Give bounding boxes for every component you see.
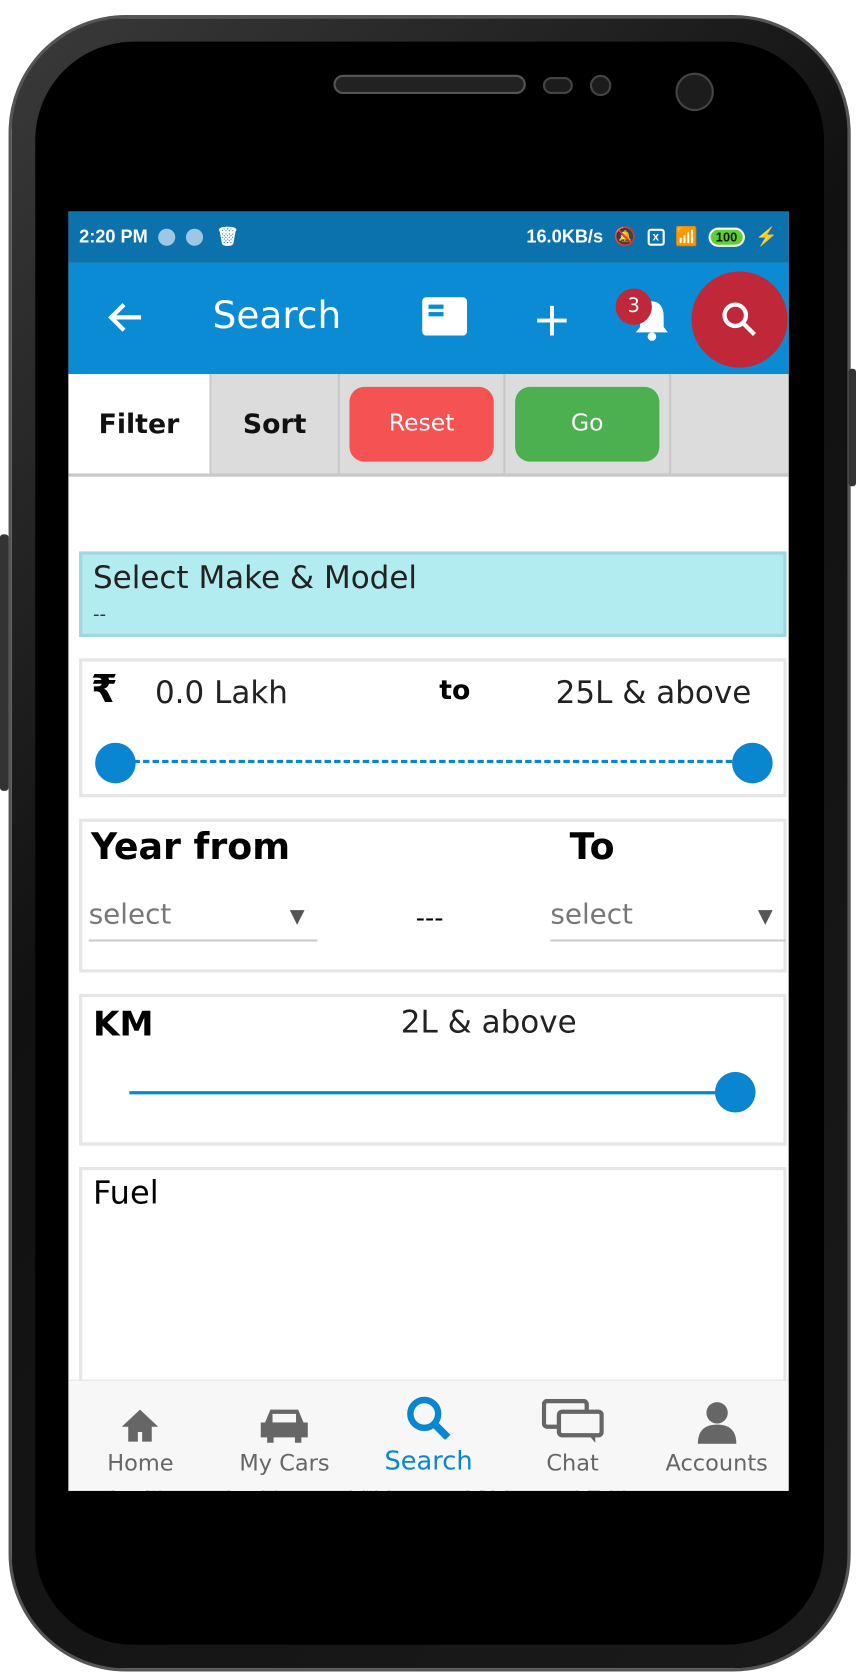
battery-icon: 100 — [708, 227, 745, 247]
make-model-title: Select Make & Model — [92, 558, 418, 596]
front-camera — [675, 72, 714, 112]
reset-button[interactable]: Reset — [349, 386, 494, 462]
back-arrow-icon[interactable] — [107, 301, 143, 333]
nav-home[interactable]: Home — [68, 1381, 212, 1491]
rupee-icon: ₹ — [90, 667, 118, 712]
dropdown-arrow-icon: ▼ — [757, 905, 773, 928]
volume-button — [0, 534, 9, 791]
nav-label: My Cars — [239, 1450, 330, 1476]
price-range-card: ₹ 0.0 Lakh to 25L & above — [79, 658, 787, 798]
go-button[interactable]: Go — [515, 386, 660, 462]
year-from-label: Year from — [90, 826, 291, 869]
nav-label: Chat — [546, 1450, 599, 1476]
km-value: 2L & above — [400, 1003, 577, 1040]
sensor — [589, 74, 612, 97]
net-speed: 16.0KB/s — [526, 226, 604, 247]
nav-label: Search — [384, 1445, 473, 1476]
year-from-select[interactable]: select ▼ — [88, 898, 318, 942]
sim-icon: x — [647, 228, 665, 246]
search-fab[interactable] — [691, 271, 788, 368]
add-icon[interactable]: + — [532, 293, 571, 348]
status-bar: 2:20 PM 🗑 16.0KB/s 🔕 x 📶 100 ⚡ — [68, 211, 789, 263]
status-time: 2:20 PM — [79, 226, 148, 247]
tab-filter[interactable]: Filter — [68, 374, 212, 474]
trash-icon: 🗑 — [216, 226, 240, 247]
screen: 2:20 PM 🗑 16.0KB/s 🔕 x 📶 100 ⚡ Search + … — [68, 211, 789, 1491]
tab-sort[interactable]: Sort — [212, 374, 340, 474]
car-icon — [260, 1409, 308, 1443]
sensor — [542, 76, 573, 95]
fuel-card: Fuel — [79, 1167, 787, 1403]
chat-icon — [541, 1398, 604, 1443]
card-icon[interactable] — [422, 297, 468, 336]
year-to-value: select — [550, 898, 633, 931]
dropdown-arrow-icon: ▼ — [289, 905, 305, 928]
year-to-label: To — [569, 826, 615, 869]
price-slider-max-handle[interactable] — [732, 742, 773, 784]
price-max: 25L & above — [555, 674, 752, 711]
nav-label: Accounts — [665, 1450, 768, 1476]
km-slider-track[interactable] — [129, 1091, 741, 1095]
year-separator: --- — [415, 903, 444, 933]
price-min: 0.0 Lakh — [154, 674, 288, 711]
nav-search[interactable]: Search — [357, 1381, 501, 1491]
km-card: KM 2L & above — [79, 993, 787, 1146]
nav-chat[interactable]: Chat — [501, 1381, 645, 1491]
nav-label: Home — [107, 1450, 174, 1476]
make-model-value: -- — [92, 603, 107, 626]
notification-dot-icon — [158, 228, 176, 246]
power-button — [848, 368, 856, 487]
filter-toolbar: Filter Sort Reset Go — [68, 374, 789, 477]
nav-my-cars[interactable]: My Cars — [212, 1381, 356, 1491]
km-slider-handle[interactable] — [714, 1071, 756, 1113]
year-from-value: select — [88, 898, 172, 931]
speaker — [333, 74, 526, 95]
notification-badge: 3 — [615, 288, 652, 325]
year-card: Year from To select ▼ --- select ▼ — [79, 818, 787, 973]
app-bar: Search + 3 — [68, 262, 789, 375]
make-model-selector[interactable]: Select Make & Model -- — [79, 551, 787, 637]
charging-icon: ⚡ — [755, 226, 779, 247]
km-label: KM — [92, 1003, 154, 1045]
bottom-nav: Home My Cars Search Chat Accounts — [68, 1379, 789, 1491]
search-icon — [407, 1396, 451, 1440]
price-slider-min-handle[interactable] — [95, 742, 136, 784]
account-icon — [697, 1402, 736, 1444]
mute-icon: 🔕 — [613, 226, 637, 247]
wifi-icon: 📶 — [675, 226, 698, 247]
nav-accounts[interactable]: Accounts — [645, 1381, 789, 1491]
notification-dot-icon — [186, 228, 204, 246]
home-icon — [122, 1409, 159, 1442]
price-slider-track[interactable] — [114, 759, 752, 764]
page-title: Search — [212, 294, 342, 338]
search-icon — [722, 302, 757, 337]
year-to-select[interactable]: select ▼ — [550, 898, 786, 942]
price-to: to — [439, 674, 471, 706]
fuel-label: Fuel — [92, 1174, 159, 1212]
